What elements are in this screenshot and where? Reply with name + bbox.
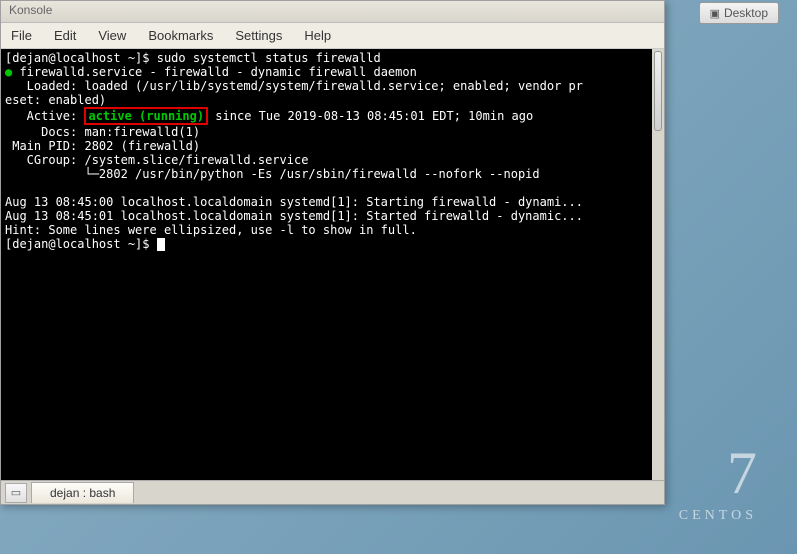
menu-bookmarks[interactable]: Bookmarks bbox=[144, 26, 217, 45]
menu-file[interactable]: File bbox=[7, 26, 36, 45]
log-line-1: Aug 13 08:45:00 localhost.localdomain sy… bbox=[5, 195, 583, 209]
tab-bar: ▭ dejan : bash bbox=[1, 480, 664, 504]
pid-line: Main PID: 2802 (firewalld) bbox=[5, 139, 200, 153]
new-tab-icon: ▭ bbox=[11, 486, 21, 499]
folder-icon: ▣ bbox=[710, 7, 720, 20]
centos-text: CENTOS bbox=[679, 508, 757, 524]
menu-settings[interactable]: Settings bbox=[231, 26, 286, 45]
terminal-window: Konsole File Edit View Bookmarks Setting… bbox=[0, 0, 665, 505]
hint-line: Hint: Some lines were ellipsized, use -l… bbox=[5, 223, 417, 237]
terminal-output[interactable]: [dejan@localhost ~]$ sudo systemctl stat… bbox=[1, 49, 664, 484]
menubar: File Edit View Bookmarks Settings Help bbox=[1, 23, 664, 49]
menu-edit[interactable]: Edit bbox=[50, 26, 80, 45]
tab-label: dejan : bash bbox=[50, 486, 115, 500]
menu-view[interactable]: View bbox=[94, 26, 130, 45]
status-highlight-box: active (running) bbox=[84, 107, 208, 125]
docs-line: Docs: man:firewalld(1) bbox=[5, 125, 200, 139]
centos-watermark: 7 CENTOS bbox=[679, 439, 757, 524]
window-titlebar[interactable]: Konsole bbox=[1, 1, 664, 23]
loaded-line-1: Loaded: loaded (/usr/lib/systemd/system/… bbox=[5, 79, 583, 93]
desktop-folder-button[interactable]: ▣ Desktop bbox=[699, 2, 779, 24]
cgroup-line-1: CGroup: /system.slice/firewalld.service bbox=[5, 153, 308, 167]
prompt-line-2: [dejan@localhost ~]$ bbox=[5, 237, 165, 251]
window-title: Konsole bbox=[9, 3, 52, 17]
service-line: firewalld.service - firewalld - dynamic … bbox=[12, 65, 417, 79]
terminal-scrollbar[interactable] bbox=[652, 49, 664, 484]
menu-help[interactable]: Help bbox=[300, 26, 335, 45]
desktop-button-label: Desktop bbox=[724, 6, 768, 20]
active-line: Active: active (running) since Tue 2019-… bbox=[5, 109, 533, 123]
terminal-tab[interactable]: dejan : bash bbox=[31, 482, 134, 503]
scrollbar-thumb[interactable] bbox=[654, 51, 662, 131]
log-line-2: Aug 13 08:45:01 localhost.localdomain sy… bbox=[5, 209, 583, 223]
loaded-line-2: eset: enabled) bbox=[5, 93, 106, 107]
cgroup-line-2: └─2802 /usr/bin/python -Es /usr/sbin/fir… bbox=[5, 167, 540, 181]
prompt-line-1: [dejan@localhost ~]$ sudo systemctl stat… bbox=[5, 51, 381, 65]
cursor bbox=[157, 238, 165, 251]
new-tab-button[interactable]: ▭ bbox=[5, 483, 27, 503]
active-status: active (running) bbox=[88, 109, 204, 123]
centos-version: 7 bbox=[679, 439, 757, 508]
